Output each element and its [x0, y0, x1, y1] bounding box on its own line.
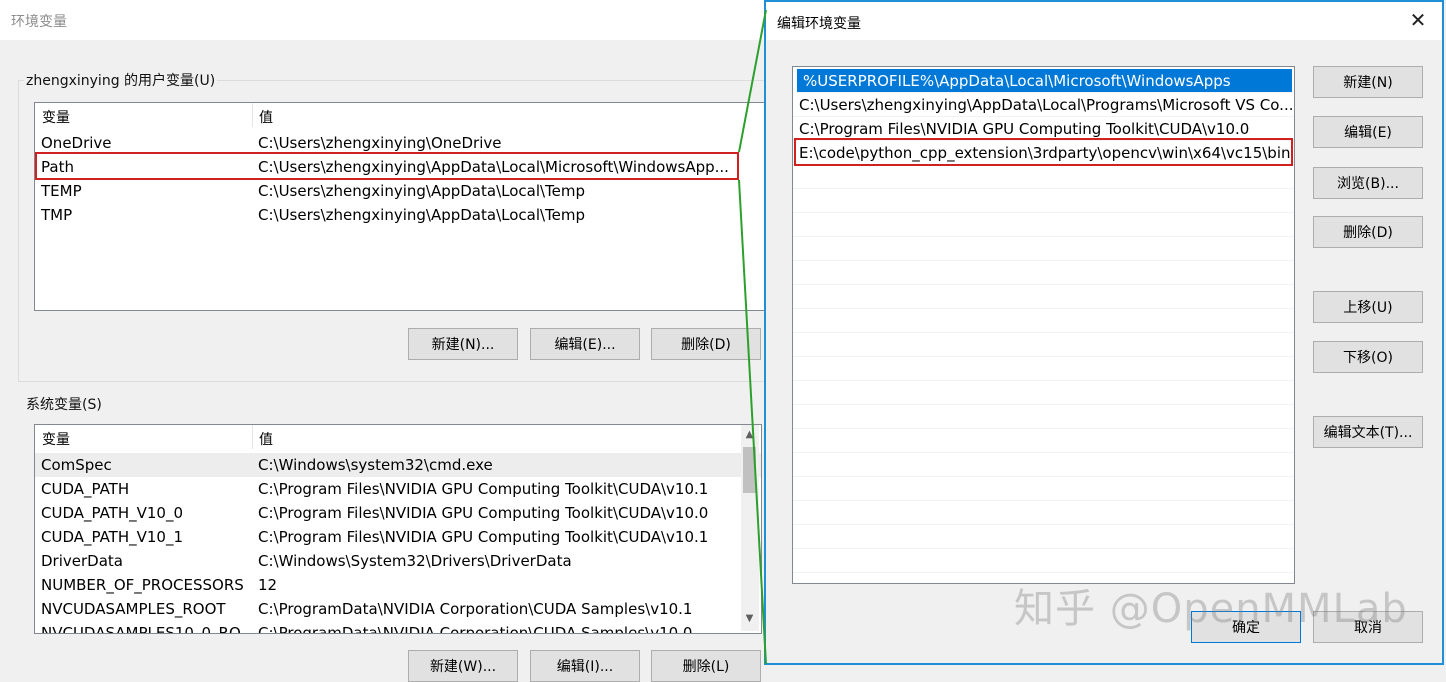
var-name: CUDA_PATH_V10_0	[41, 504, 184, 522]
column-header-variable[interactable]: 变量	[42, 429, 70, 449]
browse-button[interactable]: 浏览(B)...	[1313, 167, 1423, 199]
edit-text-button[interactable]: 编辑文本(T)...	[1313, 416, 1423, 448]
edit-button[interactable]: 编辑(E)	[1313, 116, 1423, 148]
scroll-thumb[interactable]	[743, 447, 756, 493]
opencv-path-highlight-box	[794, 138, 1293, 166]
var-value: C:\Program Files\NVIDIA GPU Computing To…	[258, 504, 709, 522]
user-variables-list[interactable]: 变量 值 OneDrive C:\Users\zhengxinying\OneD…	[34, 102, 776, 311]
var-value: C:\Program Files\NVIDIA GPU Computing To…	[258, 480, 709, 498]
user-delete-button[interactable]: 删除(D)	[651, 328, 761, 360]
path-entry[interactable]: %USERPROFILE%\AppData\Local\Microsoft\Wi…	[797, 69, 1292, 93]
empty-row[interactable]	[793, 357, 1294, 381]
system-var-row[interactable]: NVCUDASAMPLES10_0_RO... C:\ProgramData\N…	[35, 621, 761, 634]
move-down-button[interactable]: 下移(O)	[1313, 341, 1423, 373]
empty-row[interactable]	[793, 285, 1294, 309]
system-new-button[interactable]: 新建(W)...	[408, 650, 518, 682]
system-var-row[interactable]: CUDA_PATH_V10_1 C:\Program Files\NVIDIA …	[35, 525, 761, 549]
var-value: C:\ProgramData\NVIDIA Corporation\CUDA S…	[258, 600, 693, 618]
empty-row[interactable]	[793, 453, 1294, 477]
dialog-title: 编辑环境变量	[777, 16, 861, 32]
empty-row[interactable]	[793, 165, 1294, 189]
title-bar: 环境变量	[0, 0, 770, 40]
path-text: C:\Users\zhengxinying\AppData\Local\Prog…	[799, 96, 1294, 114]
system-var-row[interactable]: CUDA_PATH C:\Program Files\NVIDIA GPU Co…	[35, 477, 761, 501]
watermark: 知乎 @OpenMMLab	[1014, 586, 1408, 632]
environment-variables-window: 环境变量 zhengxinying 的用户变量(U) 变量 值 OneDrive…	[0, 0, 780, 682]
user-var-row-temp[interactable]: TEMP C:\Users\zhengxinying\AppData\Local…	[35, 179, 775, 203]
var-value: C:\Windows\system32\cmd.exe	[258, 456, 493, 474]
column-header-value[interactable]: 值	[259, 107, 273, 127]
system-var-row[interactable]: DriverData C:\Windows\System32\Drivers\D…	[35, 549, 761, 573]
empty-row[interactable]	[793, 189, 1294, 213]
system-edit-button[interactable]: 编辑(I)...	[530, 650, 640, 682]
var-name: NVCUDASAMPLES_ROOT	[41, 600, 226, 618]
var-value: C:\Program Files\NVIDIA GPU Computing To…	[258, 528, 709, 546]
column-divider[interactable]	[252, 103, 253, 127]
var-value: C:\ProgramData\NVIDIA Corporation\CUDA S…	[258, 624, 693, 634]
system-var-row[interactable]: NUMBER_OF_PROCESSORS 12	[35, 573, 761, 597]
user-edit-button[interactable]: 编辑(E)...	[530, 328, 640, 360]
var-name: CUDA_PATH_V10_1	[41, 528, 184, 546]
var-name: TMP	[41, 206, 73, 224]
var-name: ComSpec	[41, 456, 112, 474]
path-highlight-box	[35, 152, 739, 180]
list-header: 变量 值	[35, 425, 761, 449]
user-var-row-tmp[interactable]: TMP C:\Users\zhengxinying\AppData\Local\…	[35, 203, 775, 227]
var-name: DriverData	[41, 552, 123, 570]
delete-button[interactable]: 删除(D)	[1313, 216, 1423, 248]
empty-row[interactable]	[793, 525, 1294, 549]
window-title: 环境变量	[11, 14, 67, 30]
empty-row[interactable]	[793, 237, 1294, 261]
empty-row[interactable]	[793, 213, 1294, 237]
column-header-variable[interactable]: 变量	[42, 107, 70, 127]
empty-row[interactable]	[793, 333, 1294, 357]
var-value: C:\Users\zhengxinying\AppData\Local\Temp	[258, 182, 586, 200]
dialog-title-bar: 编辑环境变量 ✕	[766, 2, 1442, 40]
scroll-down-icon[interactable]: ▼	[741, 613, 758, 624]
empty-row[interactable]	[793, 405, 1294, 429]
var-value: 12	[258, 576, 278, 594]
system-list-scrollbar[interactable]: ▲ ▼	[741, 425, 759, 631]
var-name: CUDA_PATH	[41, 480, 130, 498]
var-name: TEMP	[41, 182, 82, 200]
empty-row[interactable]	[793, 429, 1294, 453]
system-delete-button[interactable]: 删除(L)	[651, 650, 761, 682]
system-var-row[interactable]: CUDA_PATH_V10_0 C:\Program Files\NVIDIA …	[35, 501, 761, 525]
empty-row[interactable]	[793, 477, 1294, 501]
var-value: C:\Windows\System32\Drivers\DriverData	[258, 552, 572, 570]
var-value: C:\Users\zhengxinying\OneDrive	[258, 134, 502, 152]
scroll-up-icon[interactable]: ▲	[741, 429, 758, 440]
move-up-button[interactable]: 上移(U)	[1313, 291, 1423, 323]
var-name: NVCUDASAMPLES10_0_RO...	[41, 624, 255, 634]
empty-row[interactable]	[793, 549, 1294, 573]
path-text: C:\Program Files\NVIDIA GPU Computing To…	[799, 120, 1250, 138]
system-variables-label: 系统变量(S)	[24, 394, 104, 414]
column-header-value[interactable]: 值	[259, 429, 273, 449]
path-entry[interactable]: C:\Users\zhengxinying\AppData\Local\Prog…	[793, 93, 1294, 117]
user-variables-label: zhengxinying 的用户变量(U)	[24, 70, 218, 90]
edit-environment-variable-dialog: 编辑环境变量 ✕ %USERPROFILE%\AppData\Local\Mic…	[764, 0, 1444, 665]
empty-row[interactable]	[793, 309, 1294, 333]
close-icon[interactable]: ✕	[1406, 8, 1430, 32]
user-new-button[interactable]: 新建(N)...	[408, 328, 518, 360]
list-header: 变量 值	[35, 103, 775, 127]
empty-row[interactable]	[793, 501, 1294, 525]
system-variables-list[interactable]: 变量 值 ComSpec C:\Windows\system32\cmd.exe…	[34, 424, 762, 634]
new-button[interactable]: 新建(N)	[1313, 66, 1423, 98]
path-text: %USERPROFILE%\AppData\Local\Microsoft\Wi…	[803, 72, 1231, 90]
var-value: C:\Users\zhengxinying\AppData\Local\Temp	[258, 206, 586, 224]
column-divider[interactable]	[252, 425, 253, 449]
var-name: OneDrive	[41, 134, 112, 152]
empty-row[interactable]	[793, 381, 1294, 405]
system-var-row[interactable]: NVCUDASAMPLES_ROOT C:\ProgramData\NVIDIA…	[35, 597, 761, 621]
system-var-row[interactable]: ComSpec C:\Windows\system32\cmd.exe	[35, 453, 761, 477]
var-name: NUMBER_OF_PROCESSORS	[41, 576, 244, 594]
empty-row[interactable]	[793, 261, 1294, 285]
